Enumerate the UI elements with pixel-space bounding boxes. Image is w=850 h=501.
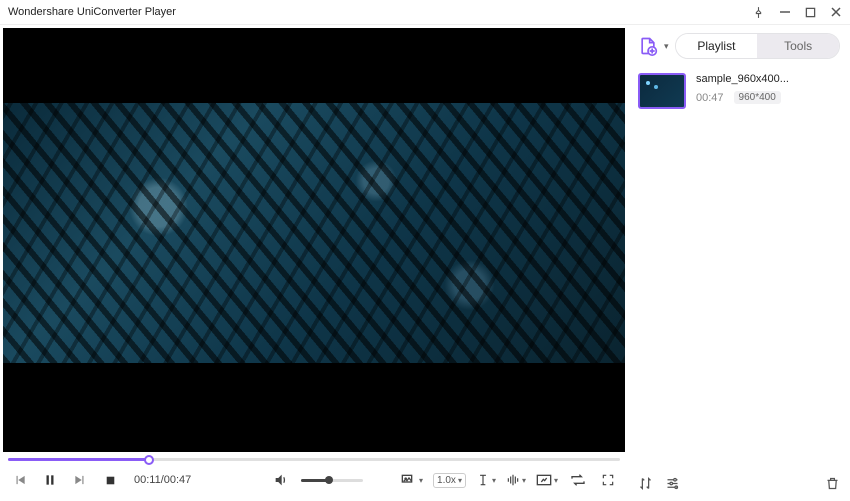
screenshot-button[interactable]: ▾	[536, 470, 558, 490]
maximize-icon[interactable]	[805, 7, 816, 18]
minimize-icon[interactable]	[779, 6, 791, 18]
playlist-item-name: sample_960x400...	[696, 73, 789, 85]
tab-tools[interactable]: Tools	[757, 34, 839, 58]
playlist-item[interactable]: sample_960x400... 00:47 960*400	[638, 69, 840, 113]
tab-playlist[interactable]: Playlist	[676, 34, 758, 58]
main-area: 00:11/00:47 ▾ 1.0x▾ ▾ ▾	[0, 25, 850, 501]
player-controls: 00:11/00:47 ▾ 1.0x▾ ▾ ▾	[0, 461, 628, 501]
volume-icon[interactable]	[271, 470, 291, 490]
progress-fill	[8, 458, 149, 461]
settings-button[interactable]	[665, 476, 680, 491]
window-titlebar: Wondershare UniConverter Player	[0, 0, 850, 25]
time-display: 00:11/00:47	[134, 474, 191, 486]
delete-button[interactable]	[825, 476, 840, 491]
thumbnail-menu-button[interactable]: ▾	[401, 470, 423, 490]
window-controls	[752, 6, 842, 19]
video-pane: 00:11/00:47 ▾ 1.0x▾ ▾ ▾	[0, 25, 628, 501]
volume-slider[interactable]	[301, 479, 363, 482]
fullscreen-button[interactable]	[598, 470, 618, 490]
add-file-dropdown-icon[interactable]: ▾	[664, 41, 669, 52]
previous-button[interactable]	[10, 470, 30, 490]
subtitle-button[interactable]: ▾	[476, 470, 496, 490]
side-panel-header: ▾ Playlist Tools	[638, 33, 840, 59]
add-file-button[interactable]	[638, 36, 658, 56]
pin-icon[interactable]	[752, 6, 765, 19]
stop-button[interactable]	[100, 470, 120, 490]
close-icon[interactable]	[830, 6, 842, 18]
loop-button[interactable]	[568, 470, 588, 490]
video-frame	[3, 103, 625, 363]
progress-bar[interactable]	[0, 452, 628, 461]
window-title: Wondershare UniConverter Player	[8, 6, 752, 18]
playlist-item-meta: sample_960x400... 00:47 960*400	[696, 73, 789, 104]
pause-button[interactable]	[40, 470, 60, 490]
side-panel: ▾ Playlist Tools sample_960x400... 00:47…	[628, 25, 850, 501]
audio-track-button[interactable]: ▾	[506, 470, 526, 490]
side-tabs: Playlist Tools	[675, 33, 840, 59]
speed-button[interactable]: 1.0x▾	[433, 473, 466, 488]
next-button[interactable]	[70, 470, 90, 490]
progress-handle[interactable]	[144, 455, 154, 465]
side-panel-footer	[638, 472, 840, 493]
video-viewport[interactable]	[3, 28, 625, 452]
volume-handle[interactable]	[325, 476, 333, 484]
playlist-item-thumbnail	[638, 73, 686, 109]
playlist-item-duration: 00:47	[696, 92, 724, 104]
playlist-item-resolution: 960*400	[734, 91, 781, 104]
sort-button[interactable]	[638, 476, 653, 491]
